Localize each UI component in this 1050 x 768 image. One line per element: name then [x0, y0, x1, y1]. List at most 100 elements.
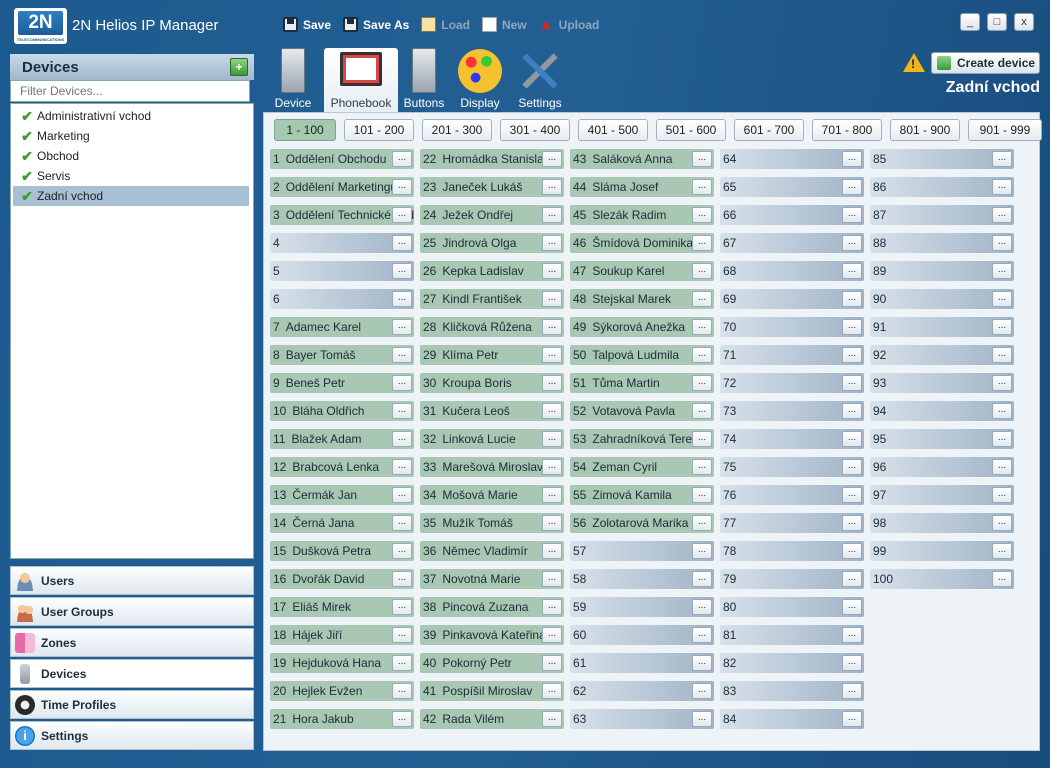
phonebook-entry[interactable]: 97... [870, 485, 1014, 505]
phonebook-entry[interactable]: 95... [870, 429, 1014, 449]
range-tab[interactable]: 301 - 400 [500, 119, 570, 141]
entry-edit-button[interactable]: ... [392, 319, 412, 335]
entry-edit-button[interactable]: ... [692, 459, 712, 475]
phonebook-entry[interactable]: 83... [720, 681, 864, 701]
entry-edit-button[interactable]: ... [842, 179, 862, 195]
phonebook-entry[interactable]: 71... [720, 345, 864, 365]
phonebook-entry[interactable]: 72... [720, 373, 864, 393]
phonebook-entry[interactable]: 52 Votavová Pavla... [570, 401, 714, 421]
entry-edit-button[interactable]: ... [542, 683, 562, 699]
entry-edit-button[interactable]: ... [992, 151, 1012, 167]
entry-edit-button[interactable]: ... [542, 319, 562, 335]
entry-edit-button[interactable]: ... [542, 207, 562, 223]
entry-edit-button[interactable]: ... [392, 683, 412, 699]
entry-edit-button[interactable]: ... [692, 571, 712, 587]
phonebook-entry[interactable]: 12 Brabcová Lenka... [270, 457, 414, 477]
phonebook-entry[interactable]: 38 Pincová Zuzana... [420, 597, 564, 617]
nav-users[interactable]: Users [10, 566, 254, 595]
phonebook-entry[interactable]: 19 Hejduková Hana... [270, 653, 414, 673]
entry-edit-button[interactable]: ... [392, 571, 412, 587]
entry-edit-button[interactable]: ... [992, 431, 1012, 447]
entry-edit-button[interactable]: ... [992, 319, 1012, 335]
phonebook-entry[interactable]: 56 Zolotarová Marika... [570, 513, 714, 533]
add-device-icon[interactable]: + [230, 58, 248, 76]
phonebook-entry[interactable]: 25 Jindrová Olga... [420, 233, 564, 253]
tab-device[interactable]: Device [268, 48, 318, 112]
phonebook-entry[interactable]: 6... [270, 289, 414, 309]
new-button[interactable]: New [481, 17, 527, 32]
phonebook-entry[interactable]: 82... [720, 653, 864, 673]
close-button[interactable]: x [1014, 13, 1034, 31]
upload-button[interactable]: ▲ Upload [539, 17, 600, 32]
range-tab[interactable]: 701 - 800 [812, 119, 882, 141]
phonebook-entry[interactable]: 8 Bayer Tomáš... [270, 345, 414, 365]
range-tab[interactable]: 1 - 100 [274, 119, 336, 141]
entry-edit-button[interactable]: ... [842, 627, 862, 643]
entry-edit-button[interactable]: ... [842, 599, 862, 615]
entry-edit-button[interactable]: ... [542, 711, 562, 727]
phonebook-entry[interactable]: 5... [270, 261, 414, 281]
phonebook-entry[interactable]: 58... [570, 569, 714, 589]
phonebook-entry[interactable]: 11 Blažek Adam... [270, 429, 414, 449]
entry-edit-button[interactable]: ... [842, 375, 862, 391]
tab-buttons[interactable]: Buttons [398, 48, 450, 112]
phonebook-entry[interactable]: 48 Stejskal Marek... [570, 289, 714, 309]
phonebook-entry[interactable]: 66... [720, 205, 864, 225]
entry-edit-button[interactable]: ... [692, 543, 712, 559]
phonebook-entry[interactable]: 2 Oddělení Marketingu... [270, 177, 414, 197]
phonebook-entry[interactable]: 44 Sláma Josef... [570, 177, 714, 197]
phonebook-entry[interactable]: 63... [570, 709, 714, 729]
entry-edit-button[interactable]: ... [842, 543, 862, 559]
entry-edit-button[interactable]: ... [392, 235, 412, 251]
entry-edit-button[interactable]: ... [992, 515, 1012, 531]
entry-edit-button[interactable]: ... [992, 179, 1012, 195]
create-device-button[interactable]: Create device [931, 52, 1040, 74]
phonebook-entry[interactable]: 70... [720, 317, 864, 337]
phonebook-entry[interactable]: 68... [720, 261, 864, 281]
entry-edit-button[interactable]: ... [542, 515, 562, 531]
phonebook-entry[interactable]: 47 Soukup Karel... [570, 261, 714, 281]
phonebook-entry[interactable]: 45 Slezák Radim... [570, 205, 714, 225]
entry-edit-button[interactable]: ... [692, 683, 712, 699]
device-item-selected[interactable]: ✔ Zadní vchod [13, 186, 249, 206]
entry-edit-button[interactable]: ... [692, 627, 712, 643]
entry-edit-button[interactable]: ... [392, 655, 412, 671]
phonebook-entry[interactable]: 41 Pospíšil Miroslav... [420, 681, 564, 701]
phonebook-entry[interactable]: 15 Dušková Petra... [270, 541, 414, 561]
entry-edit-button[interactable]: ... [542, 627, 562, 643]
entry-edit-button[interactable]: ... [992, 543, 1012, 559]
phonebook-entry[interactable]: 67... [720, 233, 864, 253]
phonebook-entry[interactable]: 9 Beneš Petr... [270, 373, 414, 393]
range-tab[interactable]: 201 - 300 [422, 119, 492, 141]
phonebook-entry[interactable]: 22 Hromádka Stanislav... [420, 149, 564, 169]
phonebook-entry[interactable]: 59... [570, 597, 714, 617]
entry-edit-button[interactable]: ... [542, 543, 562, 559]
phonebook-entry[interactable]: 73... [720, 401, 864, 421]
phonebook-entry[interactable]: 96... [870, 457, 1014, 477]
entry-edit-button[interactable]: ... [692, 179, 712, 195]
phonebook-entry[interactable]: 40 Pokorný Petr... [420, 653, 564, 673]
phonebook-entry[interactable]: 89... [870, 261, 1014, 281]
entry-edit-button[interactable]: ... [692, 655, 712, 671]
entry-edit-button[interactable]: ... [992, 571, 1012, 587]
device-item[interactable]: ✔ Marketing [13, 126, 249, 146]
range-tab[interactable]: 501 - 600 [656, 119, 726, 141]
entry-edit-button[interactable]: ... [542, 263, 562, 279]
phonebook-entry[interactable]: 37 Novotná Marie... [420, 569, 564, 589]
phonebook-entry[interactable]: 76... [720, 485, 864, 505]
entry-edit-button[interactable]: ... [842, 235, 862, 251]
entry-edit-button[interactable]: ... [542, 571, 562, 587]
tab-display[interactable]: Display [452, 48, 508, 112]
phonebook-entry[interactable]: 24 Ježek Ondřej... [420, 205, 564, 225]
minimize-button[interactable]: _ [960, 13, 980, 31]
entry-edit-button[interactable]: ... [842, 655, 862, 671]
entry-edit-button[interactable]: ... [392, 291, 412, 307]
entry-edit-button[interactable]: ... [992, 235, 1012, 251]
phonebook-entry[interactable]: 98... [870, 513, 1014, 533]
range-tab[interactable]: 901 - 999 [968, 119, 1042, 141]
phonebook-entry[interactable]: 78... [720, 541, 864, 561]
range-tab[interactable]: 801 - 900 [890, 119, 960, 141]
entry-edit-button[interactable]: ... [392, 179, 412, 195]
phonebook-entry[interactable]: 7 Adamec Karel... [270, 317, 414, 337]
entry-edit-button[interactable]: ... [692, 487, 712, 503]
